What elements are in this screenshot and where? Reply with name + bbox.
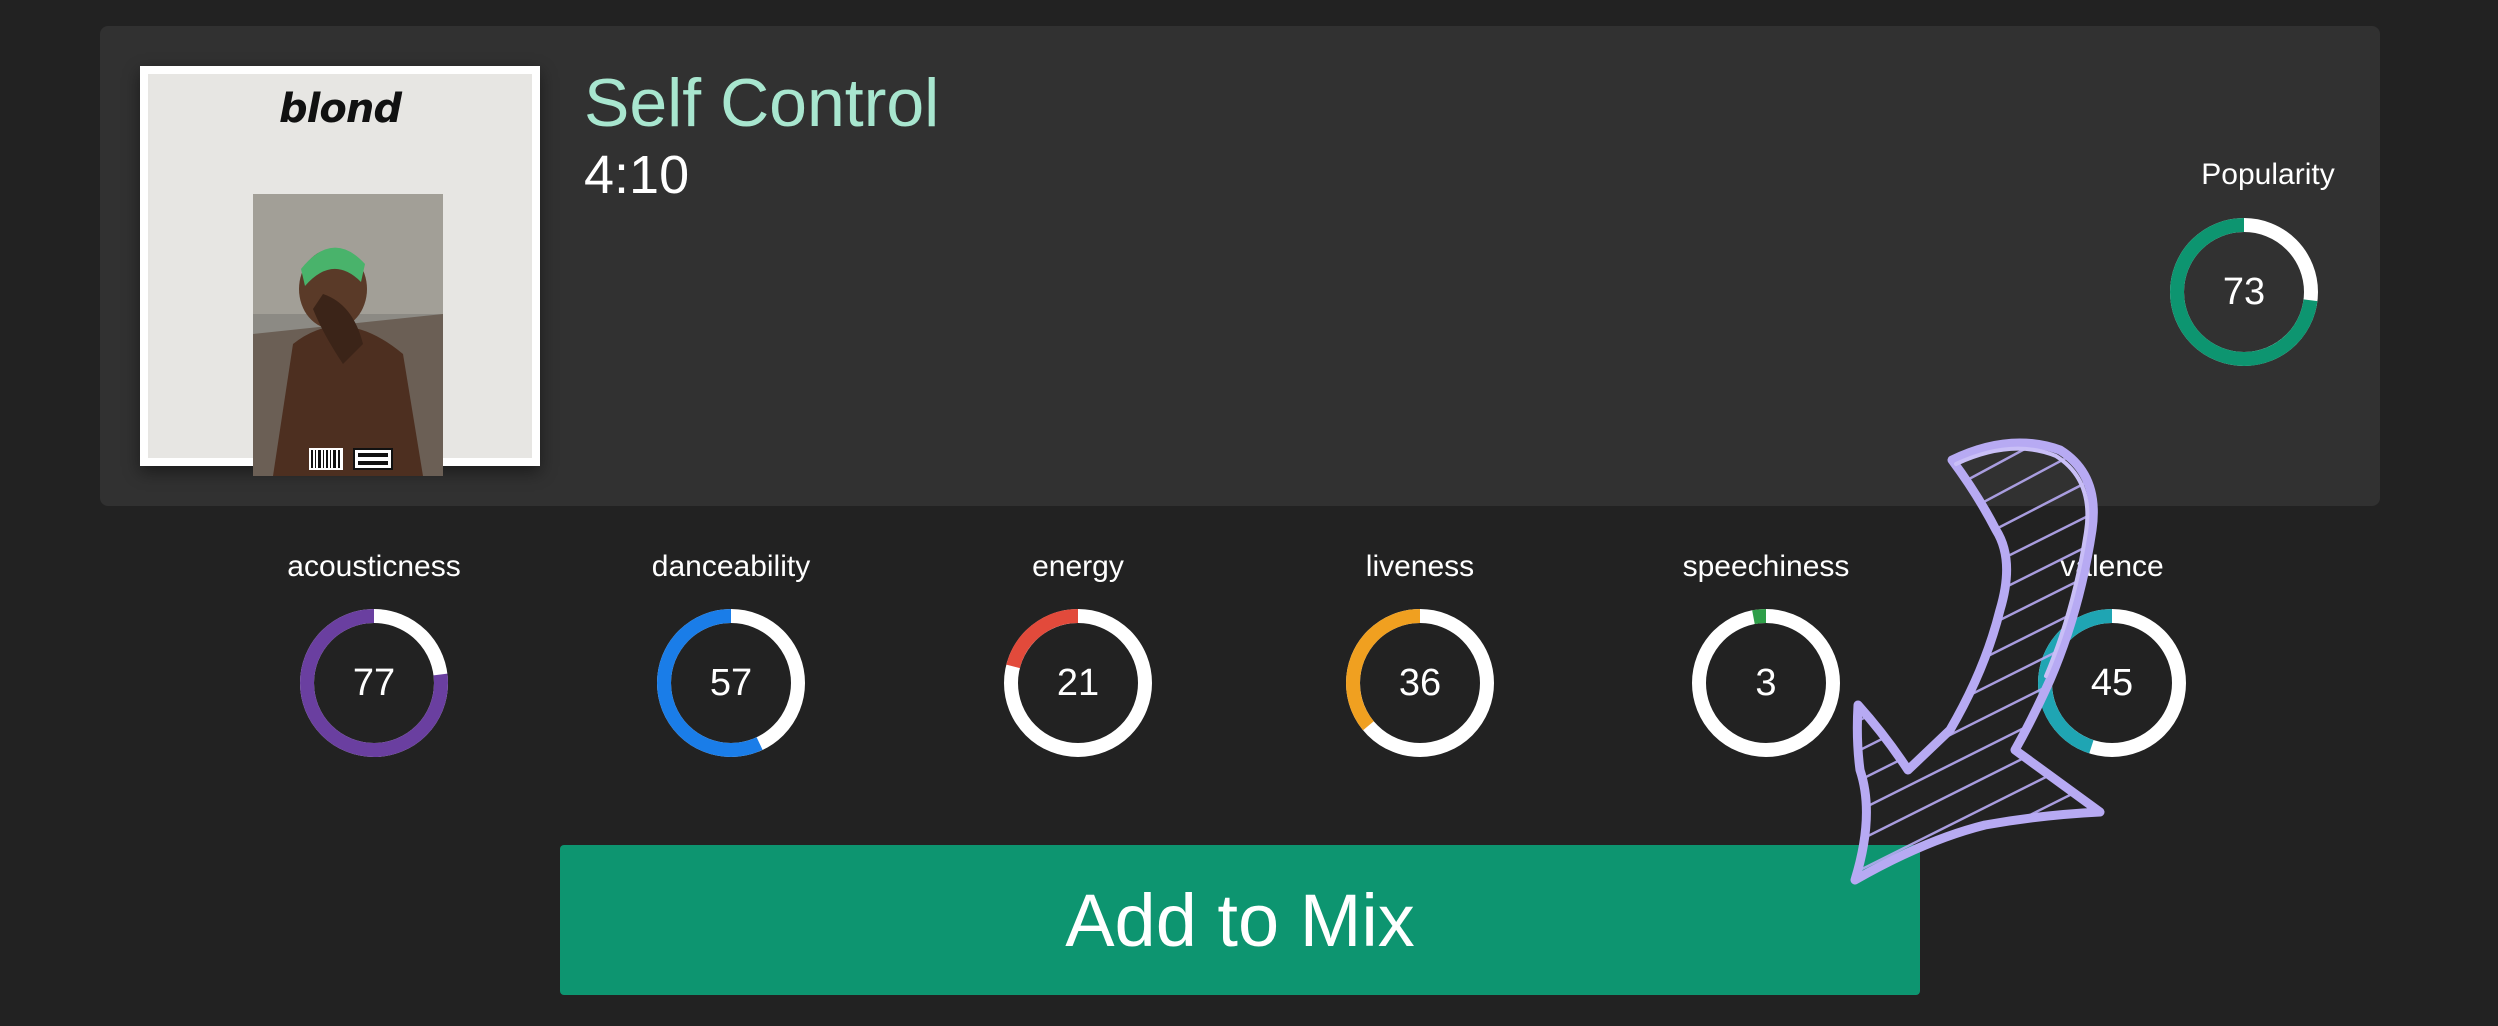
feature-label-acousticness: acousticness bbox=[287, 550, 461, 583]
album-cover-photo bbox=[253, 194, 443, 476]
album-cover: blond bbox=[140, 66, 540, 476]
popularity-gauge: 73 bbox=[2168, 216, 2320, 368]
feature-label-danceability: danceability bbox=[651, 550, 811, 583]
feature-label-valence: valence bbox=[2060, 550, 2164, 583]
album-cover-brand: blond bbox=[279, 86, 402, 132]
feature-label-speechiness: speechiness bbox=[1682, 550, 1850, 583]
track-title: Self Control bbox=[584, 65, 940, 141]
feature-gauge-speechiness: 3 bbox=[1690, 607, 1842, 759]
add-to-mix-button[interactable]: Add to Mix bbox=[560, 845, 1920, 995]
feature-gauge-valence: 45 bbox=[2036, 607, 2188, 759]
feature-value-liveness: 36 bbox=[1398, 661, 1442, 704]
feature-gauge-liveness: 36 bbox=[1344, 607, 1496, 759]
barcode-icon bbox=[309, 448, 343, 470]
popularity-label: Popularity bbox=[2201, 158, 2335, 191]
feature-value-danceability: 57 bbox=[709, 661, 753, 704]
feature-value-speechiness: 3 bbox=[1755, 661, 1777, 704]
feature-value-acousticness: 77 bbox=[352, 661, 396, 704]
feature-gauge-danceability: 57 bbox=[655, 607, 807, 759]
popularity-value: 73 bbox=[2222, 270, 2266, 313]
feature-label-liveness: liveness bbox=[1365, 550, 1475, 583]
parental-advisory-icon bbox=[353, 448, 393, 470]
track-duration: 4:10 bbox=[584, 145, 690, 205]
feature-gauge-acousticness: 77 bbox=[298, 607, 450, 759]
feature-label-energy: energy bbox=[1032, 550, 1124, 583]
track-card: blond Self Control 4:10 Popularity 73 bbox=[100, 26, 2380, 506]
feature-value-energy: 21 bbox=[1056, 661, 1100, 704]
feature-value-valence: 45 bbox=[2090, 661, 2134, 704]
feature-gauge-energy: 21 bbox=[1002, 607, 1154, 759]
